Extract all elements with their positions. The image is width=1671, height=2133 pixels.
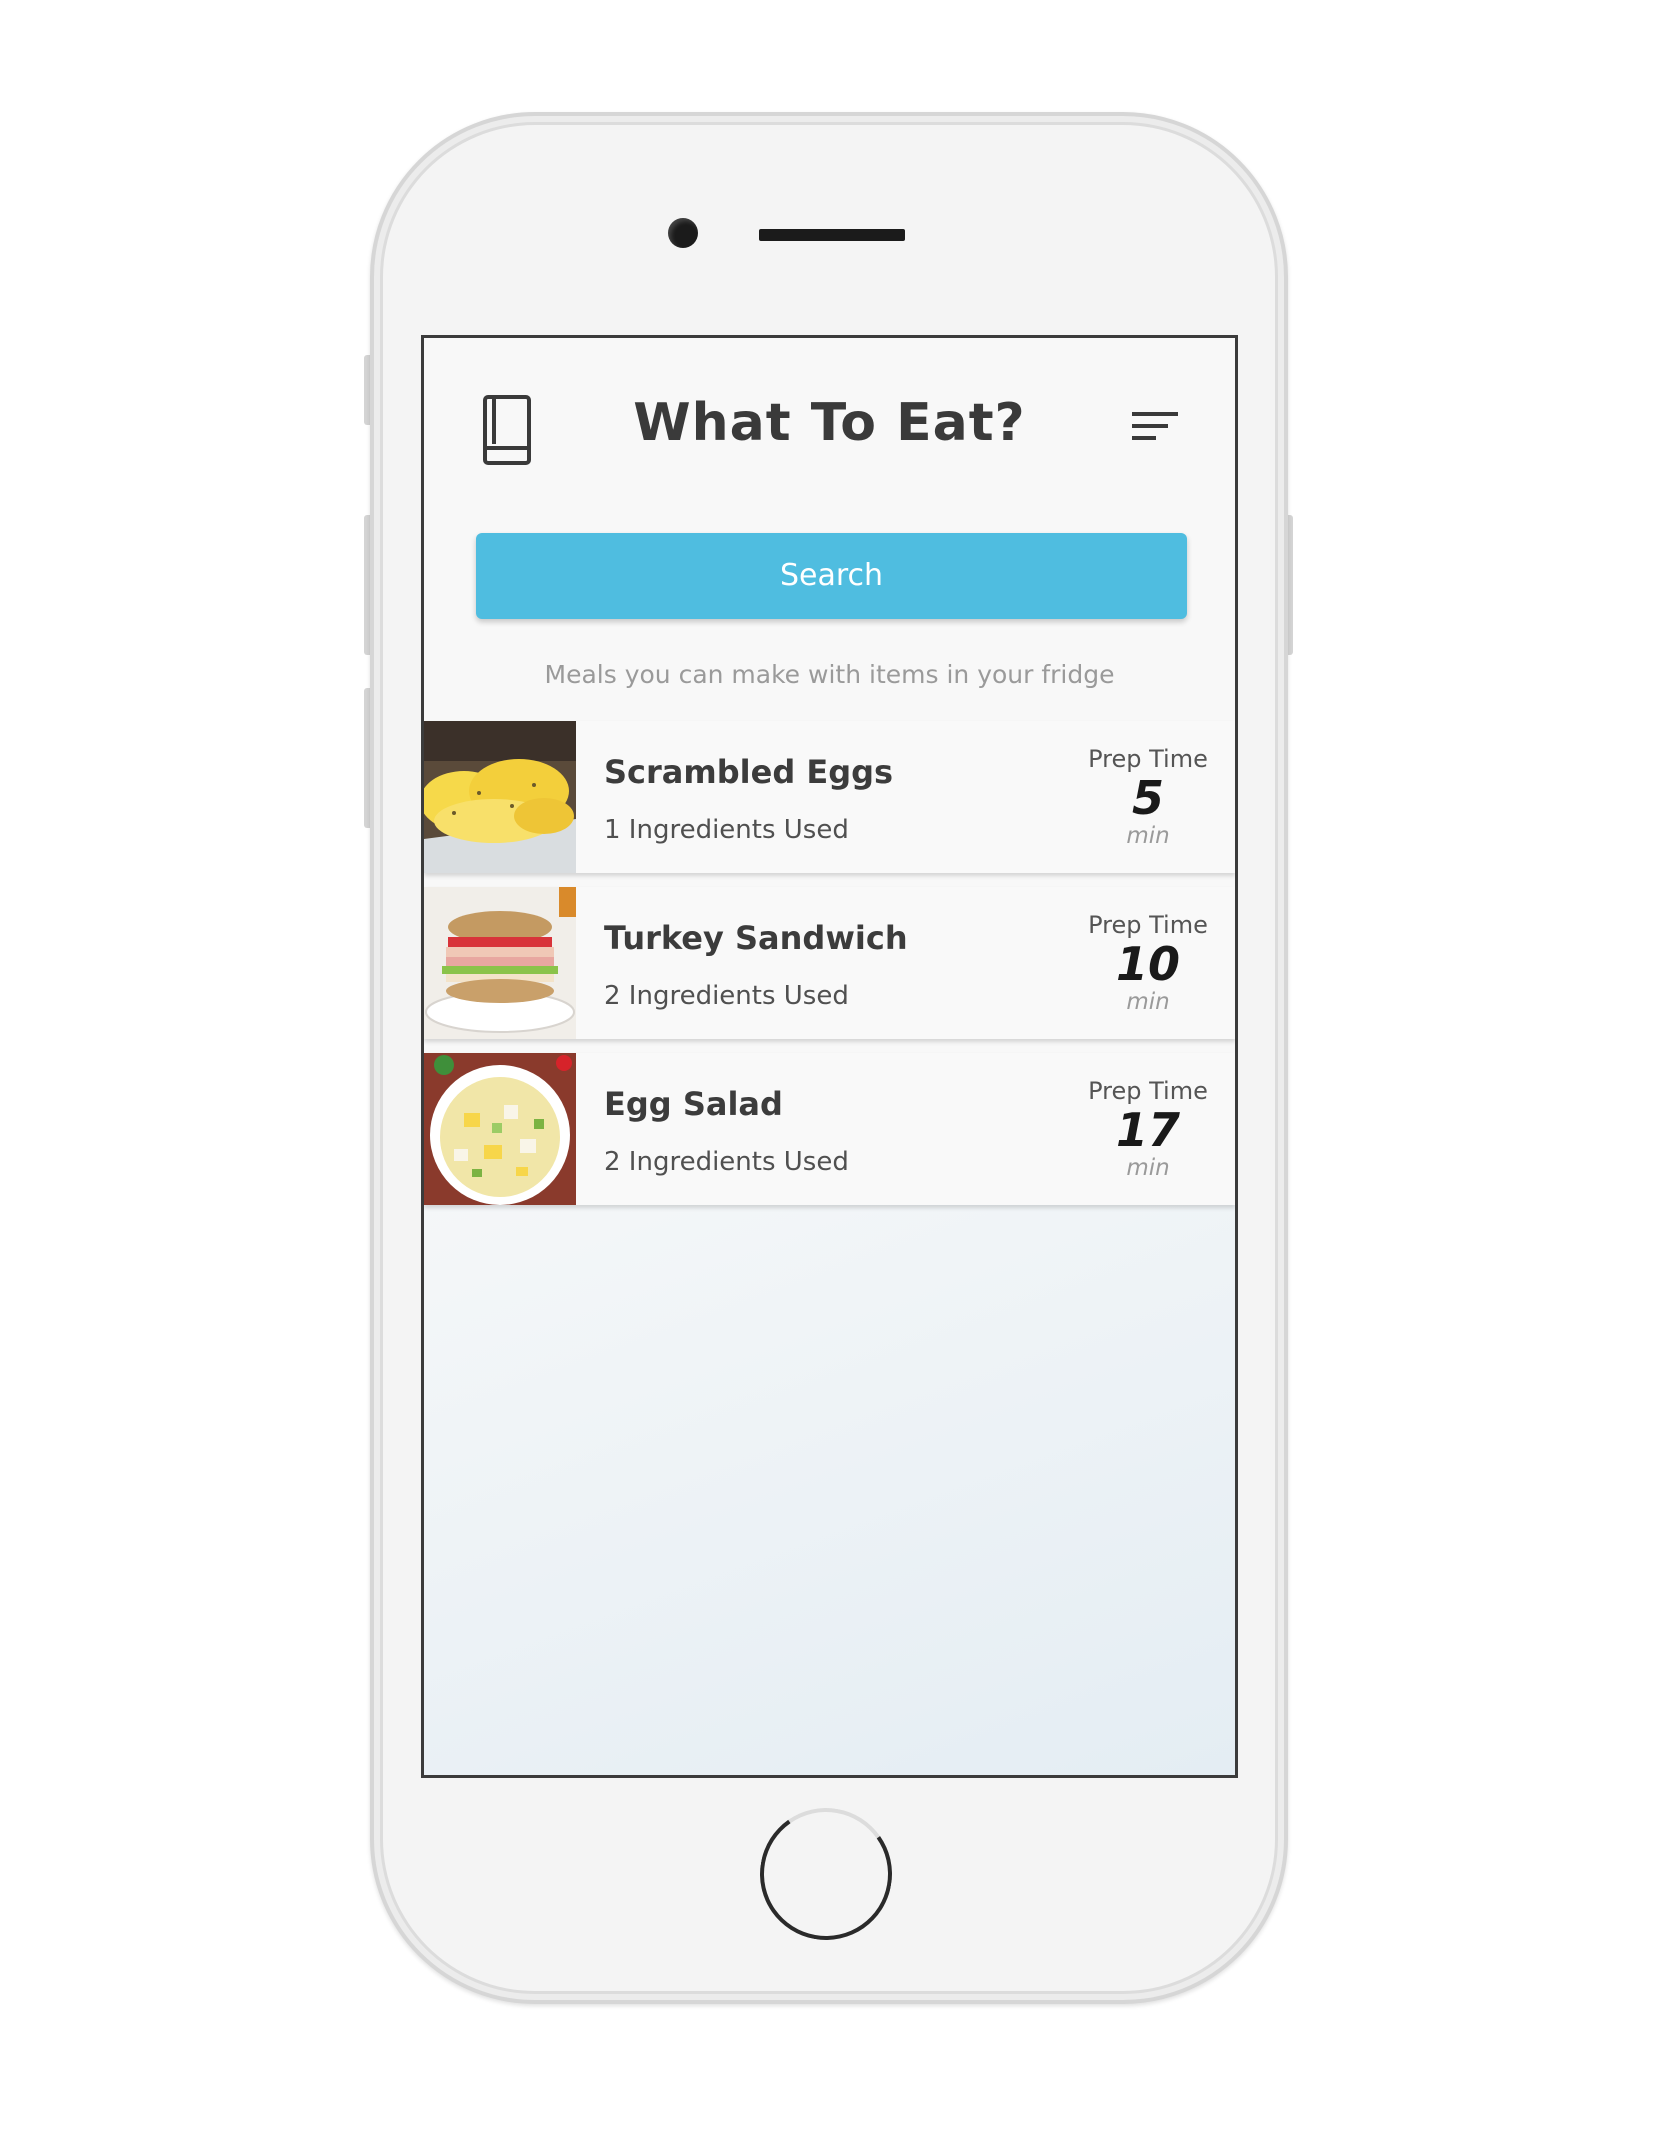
scrambled-eggs-photo (424, 721, 576, 873)
meal-name: Scrambled Eggs (604, 753, 894, 791)
meal-name: Egg Salad (604, 1085, 783, 1123)
search-hint: Meals you can make with items in your fr… (544, 660, 1115, 689)
prep-time-label: Prep Time (1088, 911, 1208, 939)
search-button[interactable]: Search (476, 533, 1187, 619)
meal-ingredients-count: 1 Ingredients Used (604, 815, 849, 845)
front-camera (668, 218, 698, 248)
prep-time-value: 5 (1131, 771, 1164, 825)
egg-salad-photo (424, 1053, 576, 1205)
turkey-sandwich-photo (424, 887, 576, 1039)
meal-name: Turkey Sandwich (604, 919, 908, 957)
app-header: What To Eat? (424, 338, 1235, 516)
app-title: What To Eat? (633, 393, 1026, 453)
meal-ingredients-count: 2 Ingredients Used (604, 981, 849, 1011)
prep-time-value: 17 (1115, 1103, 1180, 1157)
prep-time: Prep Time 17 min (1082, 1077, 1214, 1181)
meal-card-turkey-sandwich[interactable]: Turkey Sandwich 2 Ingredients Used Prep … (424, 887, 1235, 1039)
prep-time-unit: min (1126, 1155, 1170, 1181)
app-screen: What To Eat? Search Meals you can make w… (421, 335, 1238, 1778)
filter-menu-icon[interactable] (1130, 408, 1180, 448)
earpiece-speaker (759, 229, 905, 241)
meal-ingredients-count: 2 Ingredients Used (604, 1147, 849, 1177)
prep-time-value: 10 (1115, 937, 1180, 991)
meal-list: Scrambled Eggs 1 Ingredients Used Prep T… (424, 721, 1235, 1219)
prep-time-unit: min (1126, 989, 1170, 1015)
phone-mockup: What To Eat? Search Meals you can make w… (0, 0, 1671, 2133)
prep-time: Prep Time 10 min (1082, 911, 1214, 1015)
meal-card-scrambled-eggs[interactable]: Scrambled Eggs 1 Ingredients Used Prep T… (424, 721, 1235, 873)
meal-card-egg-salad[interactable]: Egg Salad 2 Ingredients Used Prep Time 1… (424, 1053, 1235, 1205)
prep-time-label: Prep Time (1088, 745, 1208, 773)
prep-time-label: Prep Time (1088, 1077, 1208, 1105)
prep-time: Prep Time 5 min (1082, 745, 1214, 849)
prep-time-unit: min (1126, 823, 1170, 849)
